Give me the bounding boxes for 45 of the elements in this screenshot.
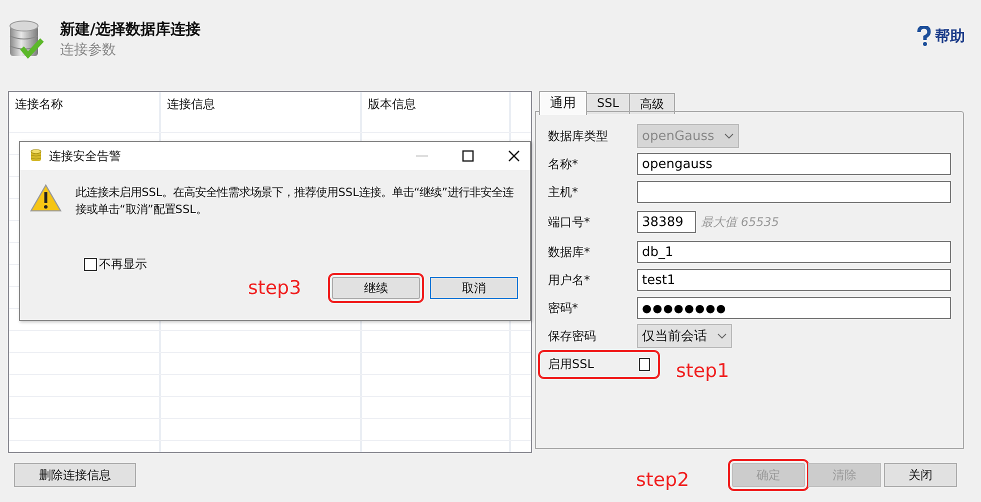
checkbox[interactable] xyxy=(84,258,97,271)
password-field[interactable]: ●●●●●●●● xyxy=(637,297,951,319)
page-title: 新建/选择数据库连接 xyxy=(60,20,200,39)
tab[interactable]: SSL xyxy=(587,93,630,114)
tab[interactable]: 高级 xyxy=(630,93,675,114)
tab[interactable]: 通用 xyxy=(539,91,587,115)
database-check-icon xyxy=(8,20,44,60)
field-hint: 最大值 65535 xyxy=(701,214,779,230)
field-label: 保存密码 xyxy=(548,328,597,344)
maximize-icon[interactable] xyxy=(462,150,474,162)
dialog-button[interactable]: 取消 xyxy=(430,277,518,299)
database-icon xyxy=(30,149,42,163)
close-icon[interactable] xyxy=(508,150,520,162)
input-field[interactable] xyxy=(637,181,951,203)
dropdown[interactable]: 仅当前会话 xyxy=(637,324,732,348)
delete-button[interactable]: 删除连接信息 xyxy=(14,463,136,487)
field-label: 名称* xyxy=(548,156,579,172)
chevron-down-icon xyxy=(724,133,734,139)
checkbox[interactable] xyxy=(639,358,650,370)
field-label: 启用SSL xyxy=(548,356,595,372)
column-header: 版本信息 xyxy=(362,92,511,132)
field-label: 主机* xyxy=(548,184,579,200)
port-field[interactable]: 38389 xyxy=(637,211,696,233)
input-field[interactable]: opengauss xyxy=(637,153,951,175)
input-field[interactable]: db_1 xyxy=(637,241,951,263)
step-annotation: step2 xyxy=(636,469,690,491)
field-label: 端口号* xyxy=(548,214,591,230)
dialog-title: 连接安全告警 xyxy=(49,148,121,164)
warning-icon xyxy=(30,184,62,212)
dialog-action-button[interactable]: 关闭 xyxy=(884,463,957,487)
field-label: 数据库类型 xyxy=(548,128,609,144)
dialog-message: 此连接未启用SSL。在高安全性需求场景下，推荐使用SSL连接。单击“继续”进行非安全连接或单击“取消”配置SSL。 xyxy=(76,185,515,218)
column-header: 连接信息 xyxy=(161,92,362,132)
field-label: 用户名* xyxy=(548,272,591,288)
column-header: 连接名称 xyxy=(9,92,161,132)
chevron-down-icon xyxy=(717,333,727,339)
field-label: 密码* xyxy=(548,300,579,316)
step-annotation: step1 xyxy=(676,360,730,382)
help-icon xyxy=(916,26,932,46)
help-link[interactable]: 帮助 xyxy=(916,26,965,46)
page-subtitle: 连接参数 xyxy=(60,41,117,59)
step-annotation: step3 xyxy=(248,277,302,299)
checkbox-label: 不再显示 xyxy=(99,256,147,273)
input-field[interactable]: test1 xyxy=(637,269,951,291)
field-label: 数据库* xyxy=(548,244,591,260)
